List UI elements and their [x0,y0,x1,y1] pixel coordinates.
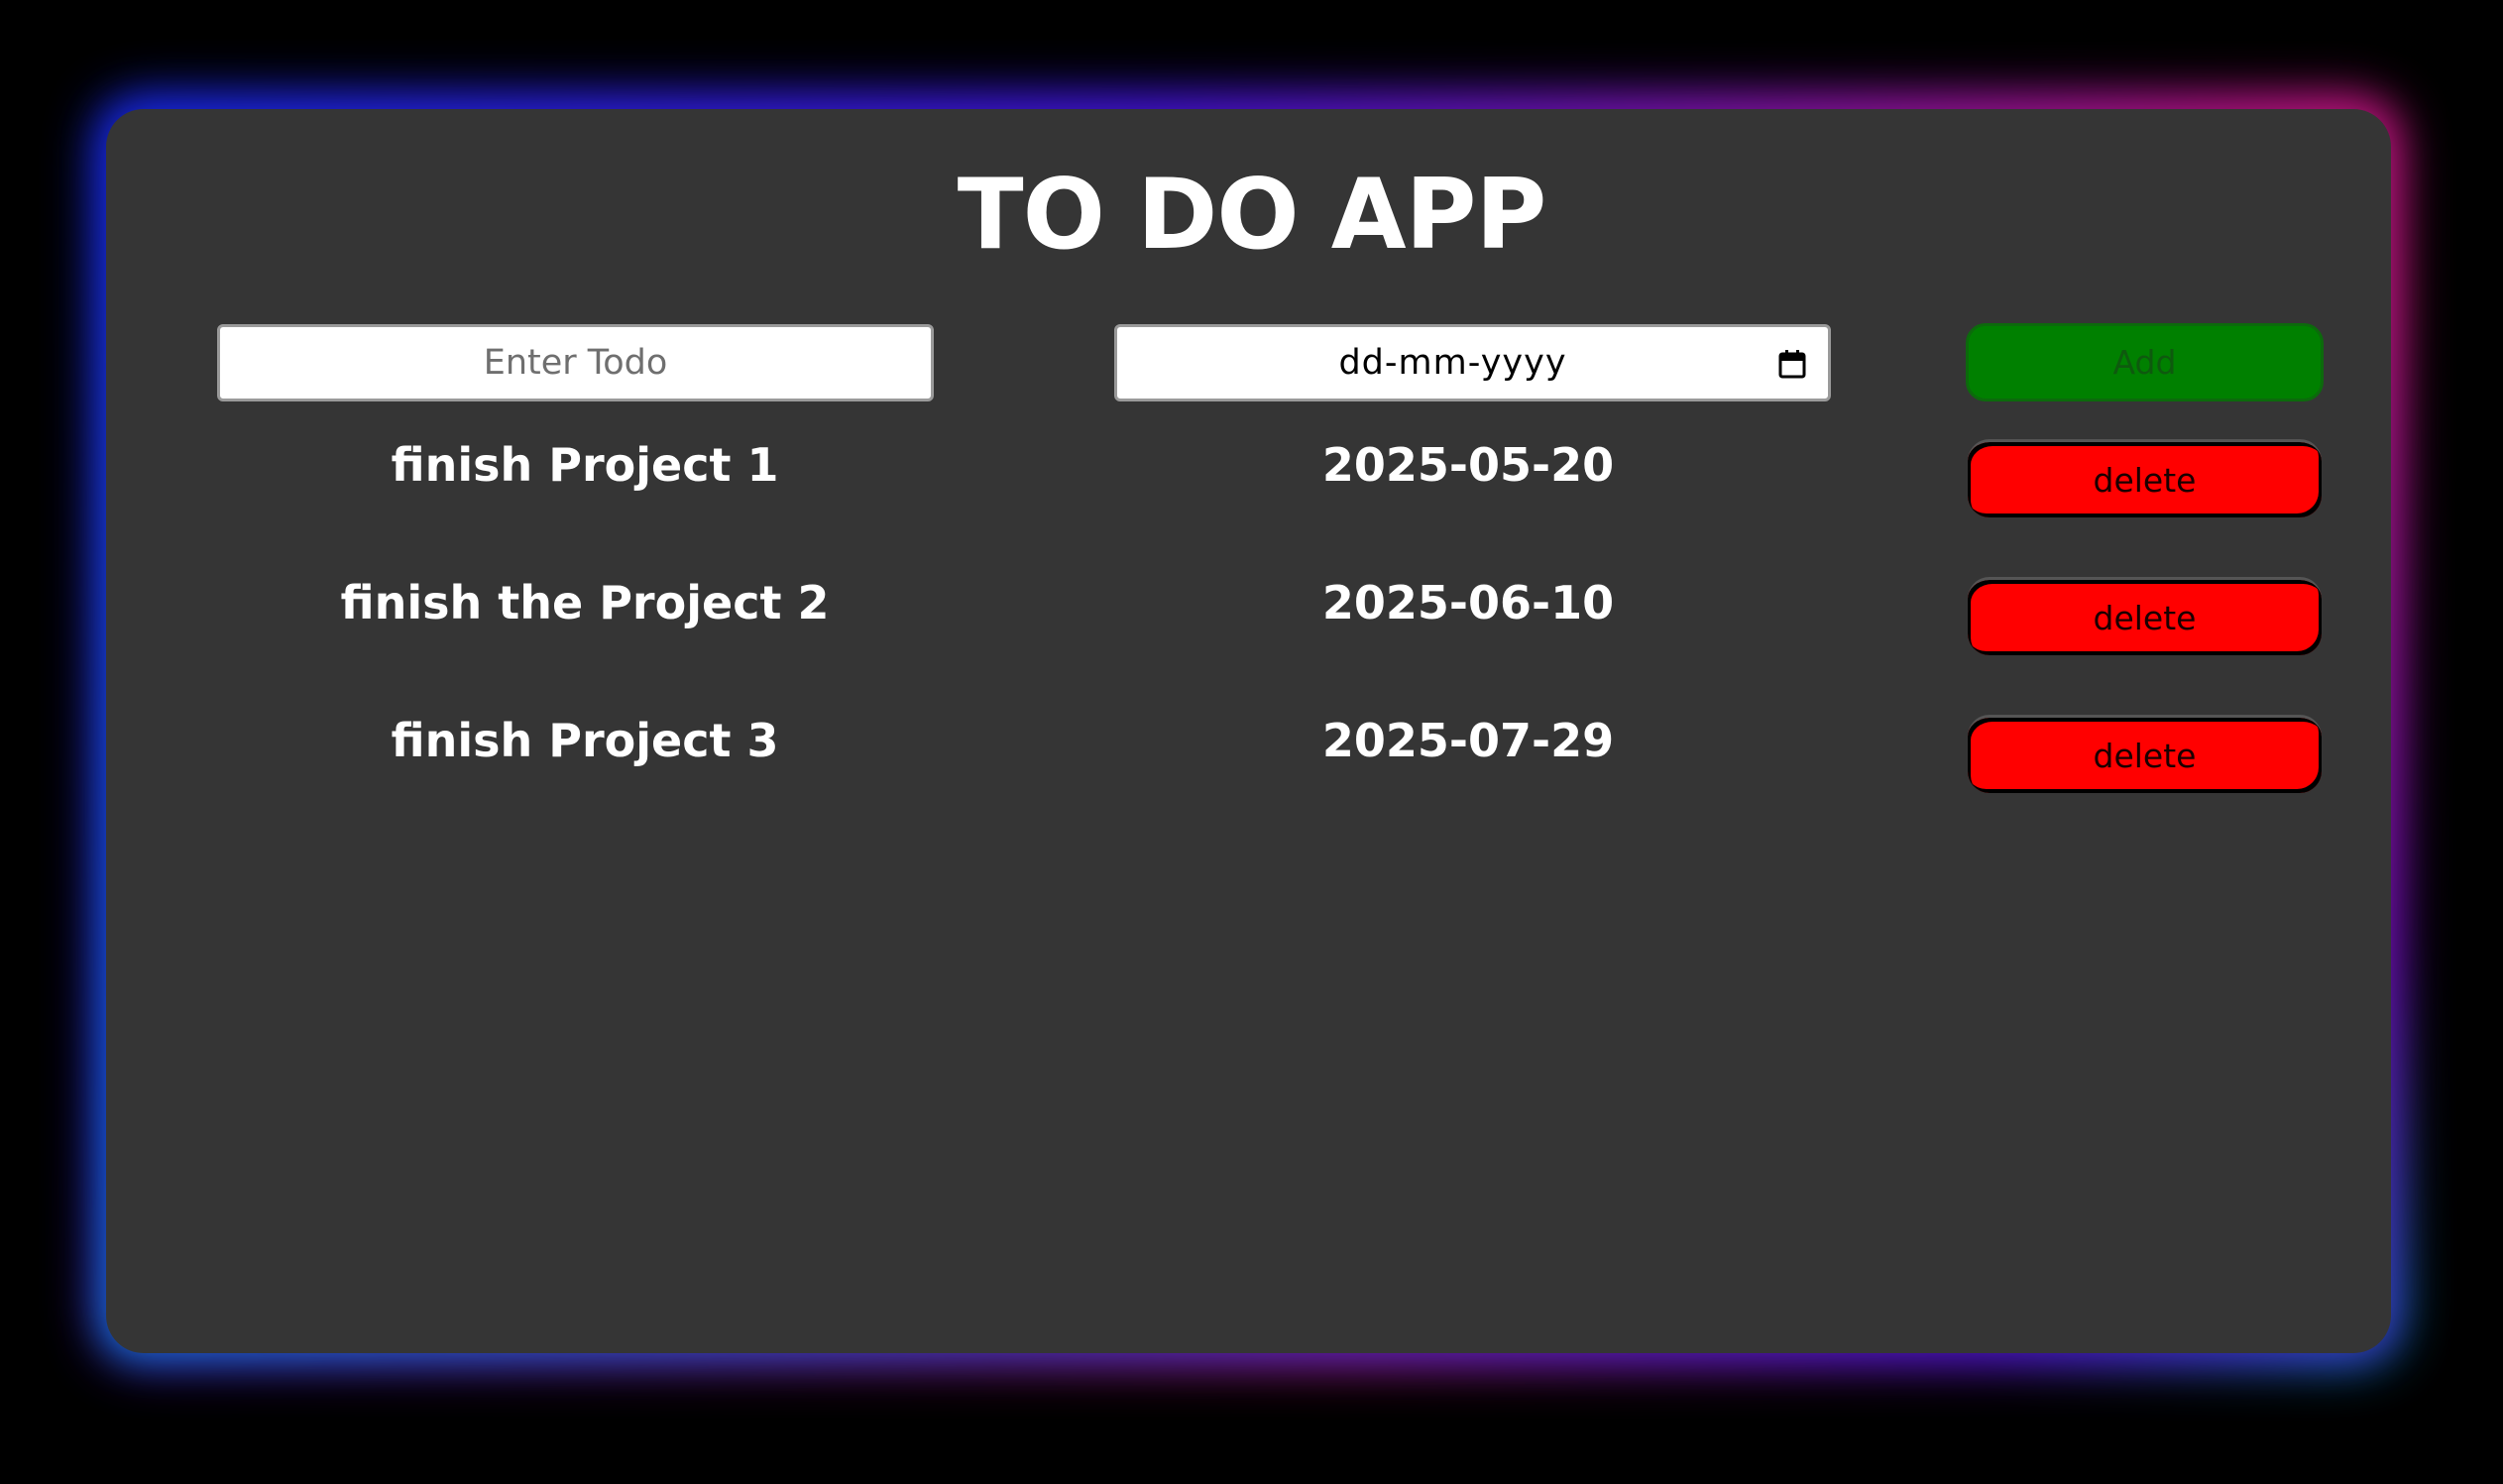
todo-item-date: 2025-05-20 [1321,438,1615,492]
app-title: TO DO APP [957,159,1547,272]
date-input[interactable]: dd-mm-yyyy [1114,324,1831,401]
delete-button[interactable]: delete [1968,439,2322,517]
date-input-placeholder: dd-mm-yyyy [1338,343,1567,383]
calendar-icon[interactable] [1778,349,1806,379]
todo-item-date: 2025-07-29 [1321,714,1615,767]
todo-item-name: finish Project 3 [391,714,779,767]
todo-item-name: finish Project 1 [391,438,779,492]
delete-button[interactable]: delete [1968,577,2322,655]
delete-button[interactable]: delete [1968,715,2322,793]
todo-item-date: 2025-06-10 [1321,576,1615,629]
add-button[interactable]: Add [1966,323,2324,401]
todo-item-name: finish the Project 2 [340,576,830,629]
todo-input[interactable] [217,324,934,401]
